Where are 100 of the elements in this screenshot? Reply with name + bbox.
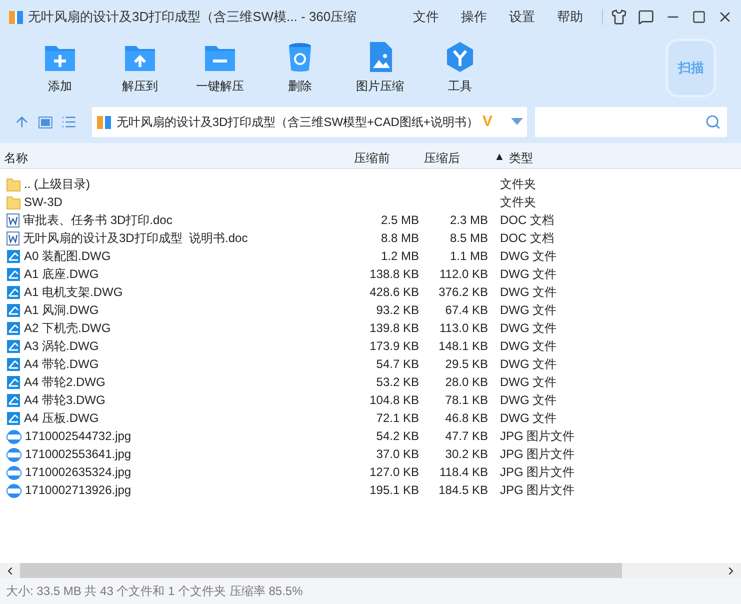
drawing-file-icon [6,248,21,264]
file-name[interactable]: A4 压板.DWG [24,409,99,427]
toolbar-button[interactable]: 解压到 [100,33,180,95]
menu-item[interactable]: 操作 [461,6,487,26]
file-name[interactable]: 审批表、任务书 3D打印.doc [23,211,172,229]
table-cell: 1.2 MB [380,249,419,263]
table-cell: 54.7 KB [376,357,419,371]
menu-item[interactable]: 帮助 [557,6,583,26]
column-header[interactable]: 压缩前 [350,148,420,166]
table-cell: 1.1 MB [450,249,488,263]
file-name[interactable]: 无叶风扇的设计及3D打印成型 说明书.doc [23,229,248,247]
table-cell-text: DWG 文件 [500,410,557,427]
table-cell: 53.2 KB [376,375,419,389]
table-cell-text: DWG 文件 [500,356,557,373]
table-cell-text: JPG 图片文件 [500,446,575,463]
table-cell: 54.2 KB [376,429,419,443]
table-cell-text: DWG 文件 [500,338,557,355]
drawing-file-icon [6,356,21,372]
up-arrow-icon[interactable] [14,114,30,130]
drawing-file-icon [6,374,21,390]
file-name[interactable]: A4 带轮3.DWG [24,391,106,409]
table-cell: 8.5 MB [450,231,488,245]
archive-icon [8,8,24,24]
table-cell: 428.6 KB [370,285,419,299]
file-name[interactable]: .. (上级目录) [24,175,90,193]
table-cell: 148.1 KB [438,339,488,353]
file-name[interactable]: A4 带轮2.DWG [24,373,106,391]
table-cell-text: 文件夹 [500,194,536,211]
table-cell: 113.0 KB [440,321,488,335]
file-name[interactable]: A1 风洞.DWG [24,301,99,319]
search-icon [705,114,721,130]
search-field[interactable] [535,107,727,137]
file-name[interactable]: A3 涡轮.DWG [24,337,99,355]
toolbar-button[interactable]: 删除 [260,33,340,95]
table-cell: 112.0 KB [440,267,488,281]
window-title: 无叶风扇的设计及3D打印成型（含三维SW模... - 360压缩 [28,8,358,26]
menu-item[interactable]: 文件 [413,6,439,26]
message-icon[interactable] [638,8,654,24]
table-cell-text: DWG 文件 [500,374,557,391]
file-name[interactable]: A4 带轮.DWG [24,355,99,373]
maximize-icon[interactable] [692,10,706,24]
thumbnail-view-icon[interactable] [38,116,53,128]
toolbar-button[interactable]: 工具 [420,33,500,95]
table-cell: 67.4 KB [445,303,488,317]
file-name[interactable]: 1710002544732.jpg [25,427,132,445]
table-cell: 46.8 KB [445,411,488,425]
table-cell: 30.2 KB [445,447,488,461]
drawing-file-icon [6,410,21,426]
drawing-file-icon [6,266,21,282]
toolbar-button[interactable]: 图片压缩 [340,33,420,95]
menu-item[interactable]: 设置 [509,6,535,26]
table-cell: 184.5 KB [438,483,488,497]
file-name[interactable]: SW-3D [24,193,62,211]
table-cell-text: JPG 图片文件 [500,482,575,499]
table-cell: 29.5 KB [445,357,488,371]
folder-icon [6,194,21,210]
drawing-file-icon [6,320,21,336]
table-cell: 28.0 KB [445,375,488,389]
dropdown-caret-icon[interactable] [511,118,524,126]
table-cell: 2.5 MB [380,213,419,227]
scrollbar-thumb[interactable] [20,563,622,578]
list-view-icon[interactable] [60,114,76,130]
table-cell: 118.4 KB [440,465,488,479]
toolbar-button[interactable]: 添加 [20,33,100,95]
drawing-file-icon [6,302,21,318]
toolbar-button[interactable]: 一键解压 [180,33,260,95]
file-name[interactable]: 1710002635324.jpg [25,463,132,481]
document-icon [6,212,20,228]
table-cell-text: 文件夹 [500,176,536,193]
table-cell: 127.0 KB [370,465,419,479]
table-cell-text: DWG 文件 [500,320,557,337]
table-cell: 376.2 KB [438,285,488,299]
table-cell: 37.0 KB [376,447,419,461]
table-cell-text: JPG 图片文件 [500,428,575,445]
table-cell-text: DWG 文件 [500,266,557,283]
skin-icon[interactable] [611,8,627,24]
file-name[interactable]: 1710002713926.jpg [25,481,132,499]
drawing-file-icon [6,284,21,300]
column-header[interactable]: 类型 [508,148,533,166]
table-cell: 2.3 MB [450,213,488,227]
table-cell-text: DOC 文档 [500,230,554,247]
file-name[interactable]: 1710002553641.jpg [25,445,132,463]
table-cell: 78.1 KB [445,393,488,407]
table-cell: 72.1 KB [376,411,419,425]
column-header[interactable]: 压缩后 [420,148,490,166]
horizontal-scrollbar[interactable] [0,563,741,578]
file-name[interactable]: A0 装配图.DWG [24,247,111,265]
table-cell-text: DWG 文件 [500,284,557,301]
table-cell: 8.8 MB [380,231,419,245]
table-cell: 47.7 KB [445,429,488,443]
vip-mark: V [482,112,492,132]
file-name[interactable]: A2 下机壳.DWG [24,319,111,337]
address-bar[interactable]: 无叶风扇的设计及3D打印成型（含三维SW模型+CAD图纸+说明书） V [92,107,528,137]
table-cell: 139.8 KB [370,321,419,335]
drawing-file-icon [6,338,21,354]
table-cell-text: DWG 文件 [500,302,557,319]
file-name[interactable]: A1 底座.DWG [24,265,99,283]
file-name[interactable]: A1 电机支架.DWG [24,283,123,301]
table-cell-text: DOC 文档 [500,212,554,229]
column-header[interactable]: 名称 [0,148,350,166]
